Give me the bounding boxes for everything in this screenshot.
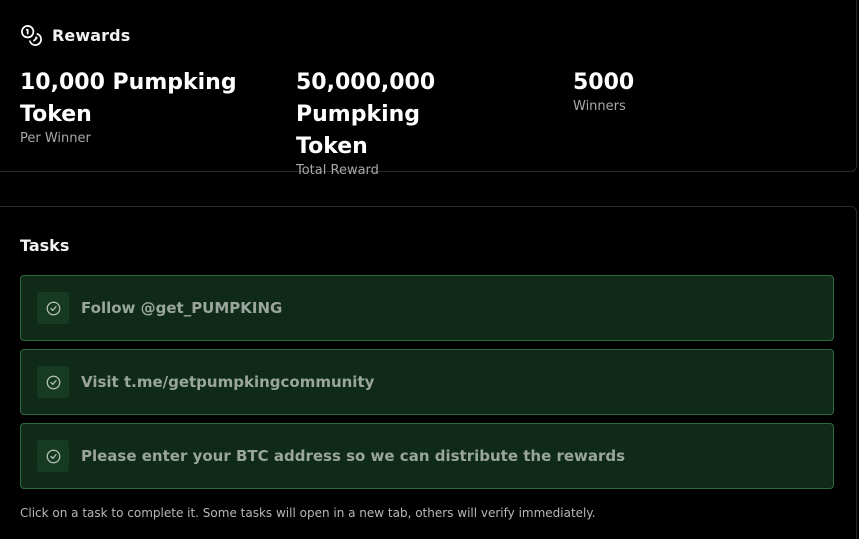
stat-per-winner: 10,000 Pumpking Token Per Winner: [20, 67, 260, 147]
check-circle-icon: [46, 301, 60, 315]
stat-value: 10,000 Pumpking Token: [20, 67, 260, 131]
stat-value-line: Token: [20, 102, 92, 127]
task-check-box: [37, 292, 69, 324]
task-check-box: [37, 366, 69, 398]
task-visit-telegram[interactable]: Visit t.me/getpumpkingcommunity: [20, 349, 834, 415]
task-enter-btc-address[interactable]: Please enter your BTC address so we can …: [20, 423, 834, 489]
stat-value-line: 10,000 Pumpking: [20, 70, 237, 95]
stat-label: Total Reward: [296, 163, 379, 178]
stat-label: Winners: [573, 99, 626, 114]
page: Rewards 10,000 Pumpking Token Per Winner…: [0, 0, 859, 539]
task-label: Follow @get_PUMPKING: [81, 299, 283, 317]
tasks-title: Tasks: [20, 236, 70, 255]
rewards-header: Rewards: [20, 24, 130, 47]
stat-total-reward: 50,000,000 Pumpking Token Total Reward: [296, 67, 556, 179]
task-label: Visit t.me/getpumpkingcommunity: [81, 373, 375, 391]
tasks-footnote: Click on a task to complete it. Some tas…: [20, 506, 596, 520]
coins-icon: [21, 25, 42, 46]
task-label: Please enter your BTC address so we can …: [81, 447, 626, 465]
stat-value: 50,000,000 Pumpking Token: [296, 67, 556, 163]
rewards-title: Rewards: [52, 26, 131, 45]
check-circle-icon: [46, 449, 60, 463]
stat-value: 5000: [573, 67, 693, 99]
stat-value-line: 50,000,000 Pumpking: [296, 70, 436, 127]
stat-winners: 5000 Winners: [573, 67, 693, 115]
stat-value-line: 5000: [573, 70, 635, 95]
task-follow-twitter[interactable]: Follow @get_PUMPKING: [20, 275, 834, 341]
check-circle-icon: [46, 375, 60, 389]
stat-label: Per Winner: [20, 131, 91, 146]
task-check-box: [37, 440, 69, 472]
stat-value-line: Token: [296, 134, 368, 159]
